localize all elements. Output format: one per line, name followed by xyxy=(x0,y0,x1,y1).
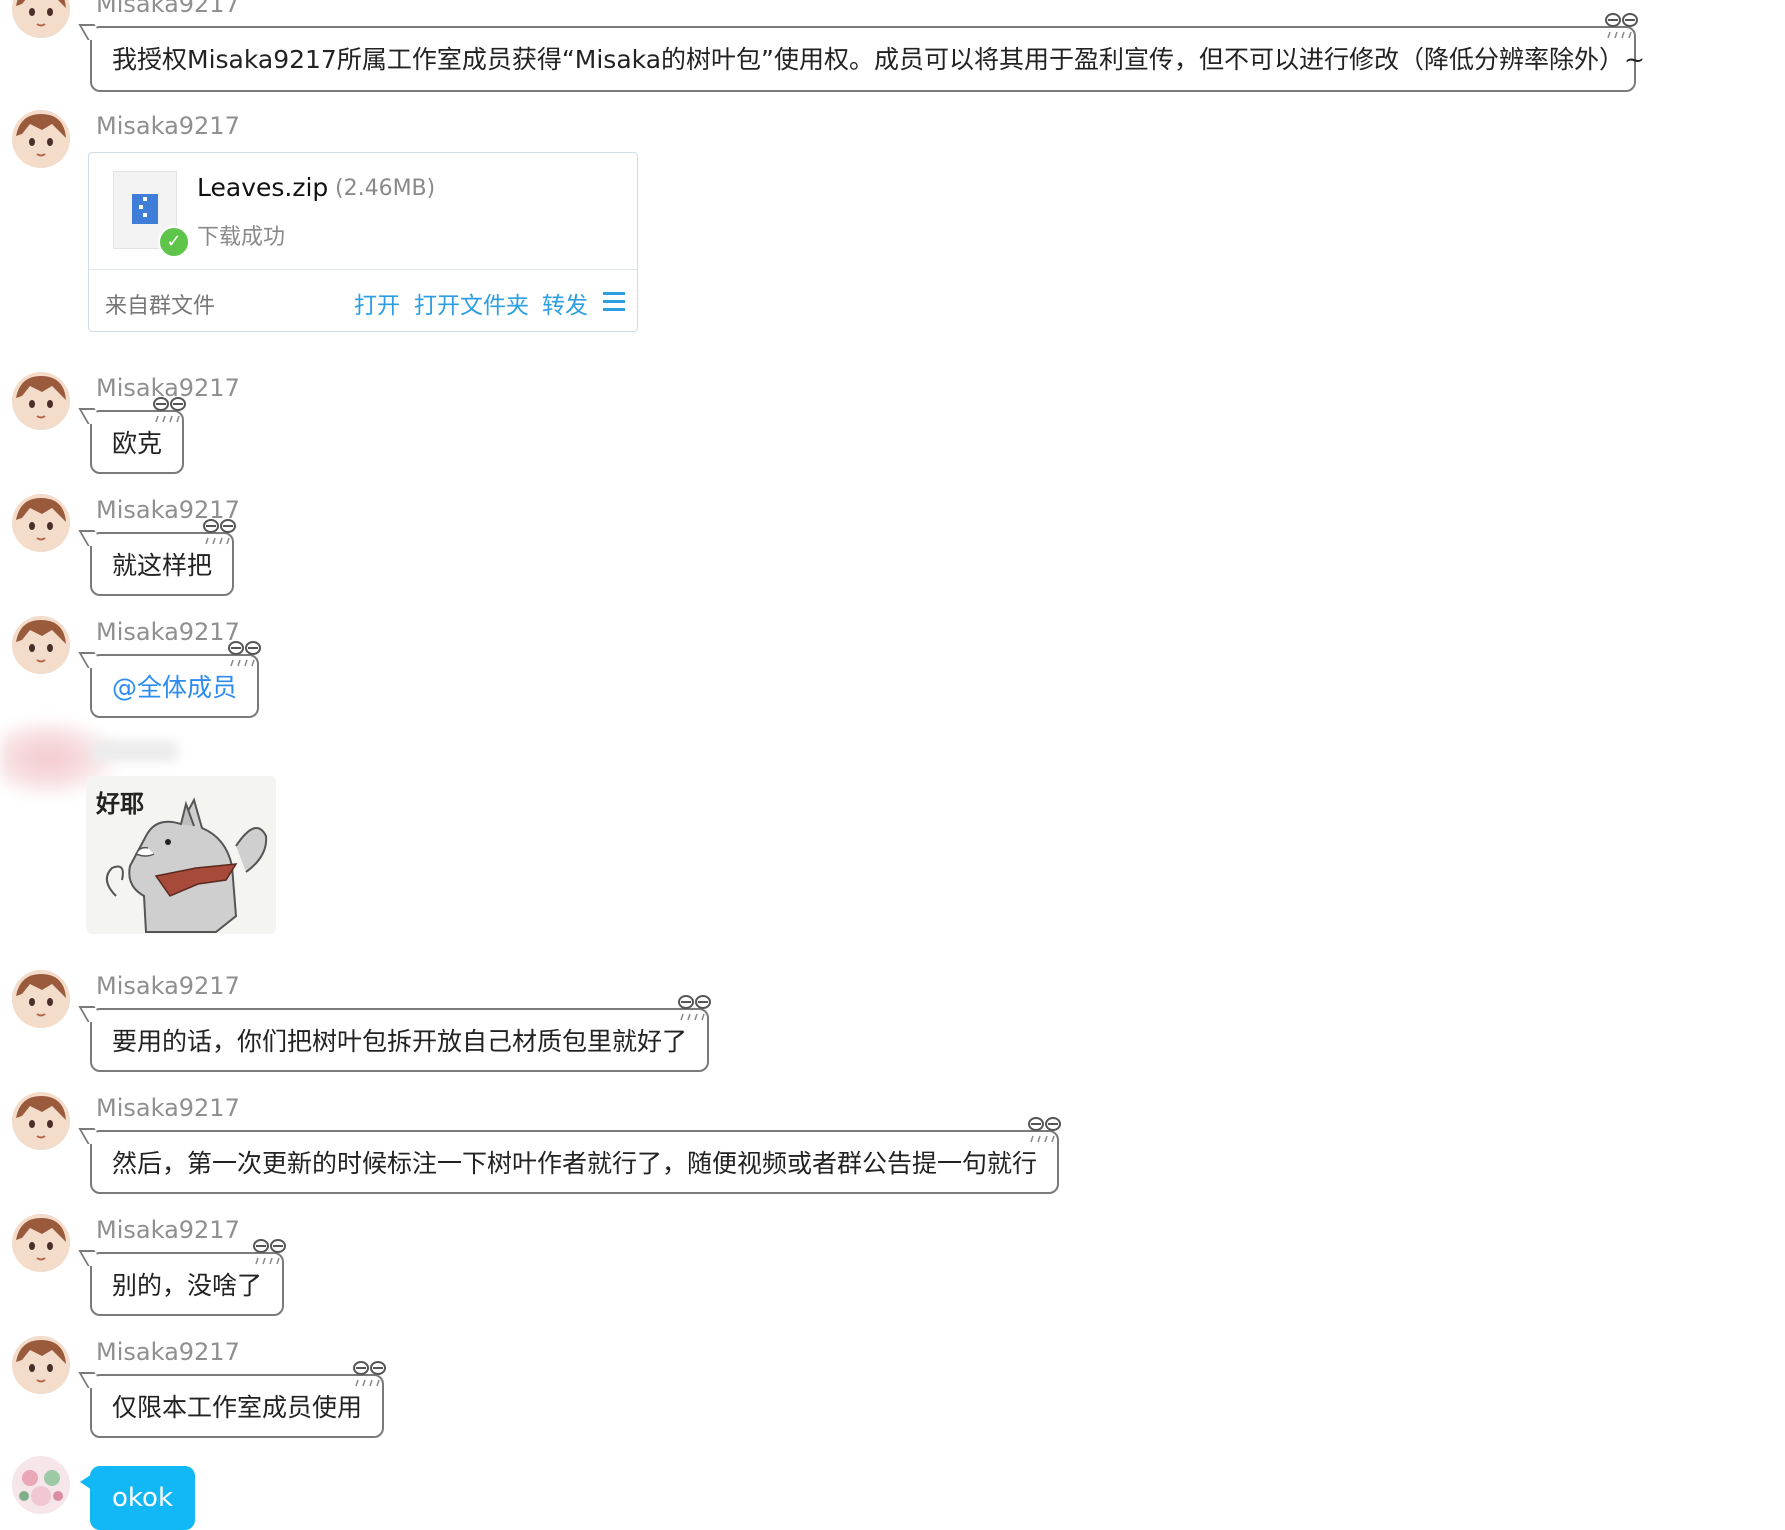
bubble-tail xyxy=(78,1372,104,1388)
sender-name: Misaka9217 xyxy=(96,1338,240,1366)
file-source: 来自群文件 xyxy=(105,294,216,319)
bubble-tail xyxy=(78,408,104,424)
file-card-footer: 来自群文件 打开 打开文件夹 转发 xyxy=(89,269,637,332)
zip-file-icon: ✓ xyxy=(113,171,190,258)
bubble-tail xyxy=(78,530,104,546)
avatar[interactable] xyxy=(12,110,70,168)
message-text: okok xyxy=(112,1483,174,1513)
sender-name: Misaka9217 xyxy=(96,374,240,402)
sender-name: Misaka9217 xyxy=(96,496,240,524)
bubble-tail xyxy=(78,1128,104,1144)
message-bubble[interactable]: 我授权Misaka9217所属工作室成员获得“Misaka的树叶包”使用权。成员… xyxy=(78,13,1645,92)
sender-name: Misaka9217 xyxy=(96,1216,240,1244)
menu-icon[interactable] xyxy=(603,292,625,316)
message-bubble[interactable]: 仅限本工作室成员使用 xyxy=(78,1361,387,1438)
file-status: 下载成功 xyxy=(197,225,286,250)
avatar[interactable] xyxy=(12,1336,70,1394)
avatar[interactable] xyxy=(12,1456,70,1514)
file-size: (2.46MB) xyxy=(335,176,436,201)
sticker-image[interactable]: 好耶 xyxy=(86,776,276,934)
message-text: 我授权Misaka9217所属工作室成员获得“Misaka的树叶包”使用权。成员… xyxy=(112,45,1645,74)
message-bubble[interactable]: 就这样把 xyxy=(78,519,237,596)
message-bubble[interactable]: @全体成员 xyxy=(78,641,262,718)
message-bubble-self[interactable]: okok xyxy=(80,1466,196,1530)
bubble-tail xyxy=(78,24,104,40)
bubble-eyes-decoration xyxy=(1605,13,1638,39)
file-name[interactable]: Leaves.zip xyxy=(197,173,328,202)
message-text: 别的，没啥了 xyxy=(112,1271,263,1300)
avatar[interactable] xyxy=(12,970,70,1028)
bubble-eyes-decoration xyxy=(678,995,712,1021)
bubble-eyes-decoration xyxy=(353,1361,387,1387)
avatar[interactable] xyxy=(12,616,70,674)
sender-name: Misaka9217 xyxy=(96,0,240,18)
message-text: 欧克 xyxy=(112,429,163,458)
avatar[interactable] xyxy=(12,372,70,430)
avatar[interactable] xyxy=(12,0,70,38)
bubble-eyes-decoration xyxy=(253,1239,287,1265)
check-circle-icon: ✓ xyxy=(158,226,190,258)
message-text: 要用的话，你们把树叶包拆开放自己材质包里就好了 xyxy=(112,1027,688,1056)
message-text: 就这样把 xyxy=(112,551,213,580)
mention-all-link[interactable]: @全体成员 xyxy=(112,673,237,702)
message-bubble[interactable]: 别的，没啥了 xyxy=(78,1239,287,1316)
bubble-tail xyxy=(78,652,104,668)
avatar[interactable] xyxy=(12,1214,70,1272)
chat-message-list: Misaka9217 我授权Misaka9217所属工作室成员获得“Misaka… xyxy=(0,0,1785,1530)
message-bubble[interactable]: 欧克 xyxy=(78,397,187,474)
message-text: 仅限本工作室成员使用 xyxy=(112,1393,363,1422)
forward-link[interactable]: 转发 xyxy=(542,286,588,320)
message-bubble[interactable]: 要用的话，你们把树叶包拆开放自己材质包里就好了 xyxy=(78,995,712,1072)
sender-name: Misaka9217 xyxy=(96,112,240,140)
sender-name: Misaka9217 xyxy=(96,972,240,1000)
bubble-tail xyxy=(78,1250,104,1266)
file-card[interactable]: ✓ Leaves.zip (2.46MB) 下载成功 来自群文件 打开 打开文件… xyxy=(88,152,638,332)
avatar[interactable] xyxy=(12,494,70,552)
message-bubble[interactable]: 然后，第一次更新的时候标注一下树叶作者就行了，随便视频或者群公告提一句就行 xyxy=(78,1117,1062,1194)
bubble-tail xyxy=(78,1006,104,1022)
sender-name: Misaka9217 xyxy=(96,618,240,646)
blurred-sender-name xyxy=(92,740,178,762)
avatar[interactable] xyxy=(12,1092,70,1150)
shiba-dog-sticker xyxy=(105,797,268,933)
open-folder-link[interactable]: 打开文件夹 xyxy=(414,286,529,320)
bubble-tail xyxy=(80,1474,92,1490)
open-file-link[interactable]: 打开 xyxy=(354,286,400,320)
bubble-eyes-decoration xyxy=(1028,1117,1062,1143)
message-text: 然后，第一次更新的时候标注一下树叶作者就行了，随便视频或者群公告提一句就行 xyxy=(112,1149,1038,1178)
sender-name: Misaka9217 xyxy=(96,1094,240,1122)
